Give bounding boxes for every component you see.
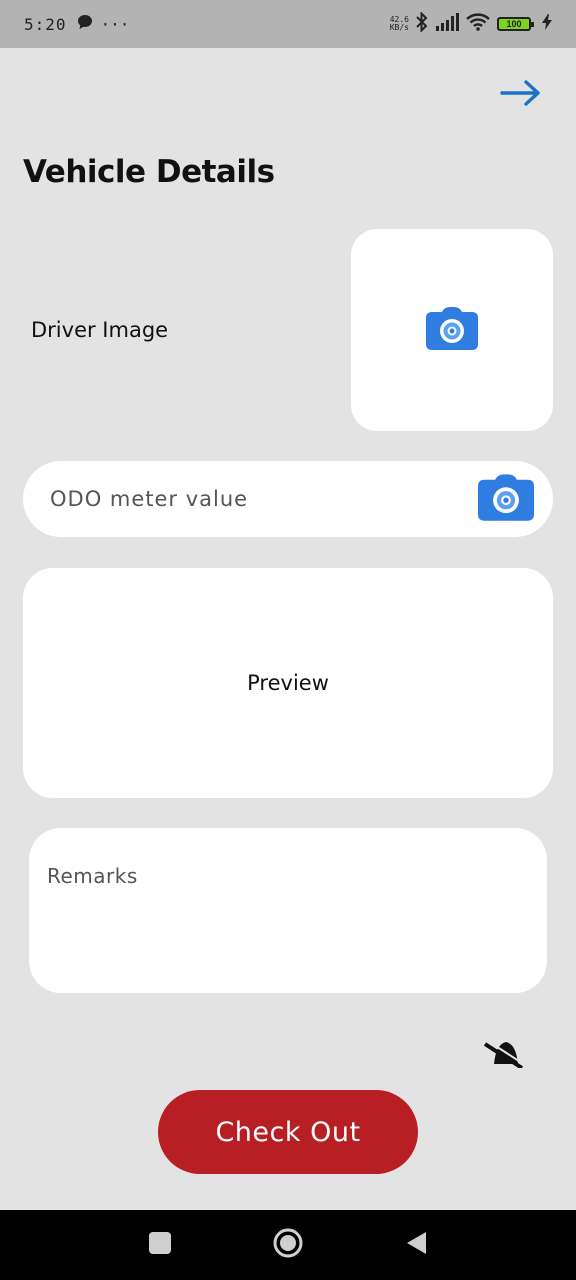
signal-icon: [435, 13, 459, 35]
odo-meter-input[interactable]: ODO meter value: [23, 461, 553, 537]
wifi-icon: [466, 13, 490, 35]
more-icon: ···: [100, 14, 130, 34]
signal-off-icon: [482, 1038, 528, 1068]
odo-camera-button[interactable]: [477, 473, 535, 526]
preview-label: Preview: [247, 671, 329, 695]
remarks-input[interactable]: Remarks: [29, 828, 547, 993]
page-title: Vehicle Details: [23, 154, 275, 190]
recents-icon: [149, 1231, 171, 1259]
recents-button[interactable]: [142, 1227, 178, 1263]
camera-icon: [478, 473, 534, 526]
charging-icon: [542, 14, 552, 34]
chat-bubble-icon: [77, 14, 93, 34]
driver-image-label: Driver Image: [31, 318, 169, 342]
camera-icon: [426, 306, 478, 355]
network-speed: 42.6 KB/s: [389, 15, 409, 32]
arrow-right-icon: [500, 79, 542, 112]
home-button[interactable]: [270, 1227, 306, 1263]
status-bar: 5:20 ··· 42.6 KB/s 100: [0, 0, 576, 48]
back-icon: [405, 1231, 427, 1260]
odo-meter-placeholder: ODO meter value: [50, 487, 249, 511]
back-button[interactable]: [398, 1227, 434, 1263]
home-icon: [273, 1228, 303, 1263]
next-arrow-button[interactable]: [498, 78, 544, 112]
system-nav-bar: [0, 1210, 576, 1280]
remarks-placeholder: Remarks: [47, 864, 138, 888]
preview-panel: Preview: [23, 568, 553, 798]
driver-image-picker[interactable]: [351, 229, 553, 431]
battery-indicator: 100: [497, 17, 534, 31]
status-time: 5:20: [24, 14, 67, 34]
check-out-button[interactable]: Check Out: [158, 1090, 418, 1174]
bluetooth-icon: [416, 11, 428, 36]
